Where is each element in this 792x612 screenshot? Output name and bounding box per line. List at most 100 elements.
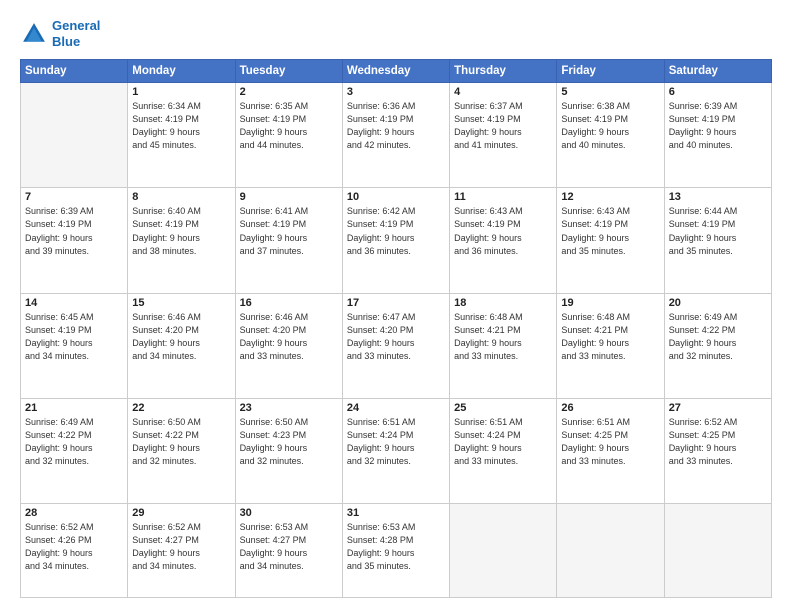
calendar-cell: [664, 504, 771, 598]
day-info: Sunrise: 6:43 AMSunset: 4:19 PMDaylight:…: [454, 205, 552, 257]
day-number: 3: [347, 86, 445, 98]
calendar-cell: 20 Sunrise: 6:49 AMSunset: 4:22 PMDayligh…: [664, 293, 771, 398]
day-info: Sunrise: 6:43 AMSunset: 4:19 PMDaylight:…: [561, 205, 659, 257]
calendar-cell: 2Sunrise: 6:35 AMSunset: 4:19 PMDaylight…: [235, 83, 342, 188]
calendar-cell: [21, 83, 128, 188]
calendar-week-row: 28Sunrise: 6:52 AMSunset: 4:26 PMDayligh…: [21, 504, 772, 598]
day-info: Sunrise: 6:34 AMSunset: 4:19 PMDaylight:…: [132, 100, 230, 152]
day-info: Sunrise: 6:52 AMSunset: 4:26 PMDaylight:…: [25, 521, 123, 573]
day-info: Sunrise: 6:46 AMSunset: 4:20 PMDaylight:…: [132, 311, 230, 363]
calendar-cell: 10 Sunrise: 6:42 AMSunset: 4:19 PMDayligh…: [342, 188, 449, 293]
calendar-table: SundayMondayTuesdayWednesdayThursdayFrid…: [20, 59, 772, 598]
column-header-tuesday: Tuesday: [235, 60, 342, 83]
day-number: 18: [454, 297, 552, 309]
calendar-cell: 26 Sunrise: 6:51 AMSunset: 4:25 PMDayligh…: [557, 398, 664, 503]
calendar-cell: 29 Sunrise: 6:52 AMSunset: 4:27 PMDayligh…: [128, 504, 235, 598]
calendar-cell: 18 Sunrise: 6:48 AMSunset: 4:21 PMDayligh…: [450, 293, 557, 398]
calendar-cell: 6 Sunrise: 6:39 AMSunset: 4:19 PMDaylight…: [664, 83, 771, 188]
logo-icon: [20, 20, 48, 48]
calendar-cell: 25 Sunrise: 6:51 AMSunset: 4:24 PMDayligh…: [450, 398, 557, 503]
day-number: 25: [454, 402, 552, 414]
day-info: Sunrise: 6:39 AMSunset: 4:19 PMDaylight:…: [25, 205, 123, 257]
day-info: Sunrise: 6:44 AMSunset: 4:19 PMDaylight:…: [669, 205, 767, 257]
day-info: Sunrise: 6:42 AMSunset: 4:19 PMDaylight:…: [347, 205, 445, 257]
day-info: Sunrise: 6:51 AMSunset: 4:24 PMDaylight:…: [454, 416, 552, 468]
calendar-cell: [450, 504, 557, 598]
calendar-cell: 7 Sunrise: 6:39 AMSunset: 4:19 PMDaylight…: [21, 188, 128, 293]
calendar-cell: 9 Sunrise: 6:41 AMSunset: 4:19 PMDaylight…: [235, 188, 342, 293]
day-number: 29: [132, 507, 230, 519]
day-info: Sunrise: 6:50 AMSunset: 4:22 PMDaylight:…: [132, 416, 230, 468]
logo-text: General Blue: [52, 18, 100, 49]
day-info: Sunrise: 6:38 AMSunset: 4:19 PMDaylight:…: [561, 100, 659, 152]
day-info: Sunrise: 6:53 AMSunset: 4:28 PMDaylight:…: [347, 521, 445, 573]
day-number: 1: [132, 86, 230, 98]
day-info: Sunrise: 6:45 AMSunset: 4:19 PMDaylight:…: [25, 311, 123, 363]
day-number: 31: [347, 507, 445, 519]
calendar-cell: 5 Sunrise: 6:38 AMSunset: 4:19 PMDaylight…: [557, 83, 664, 188]
calendar-cell: 8 Sunrise: 6:40 AMSunset: 4:19 PMDaylight…: [128, 188, 235, 293]
day-number: 6: [669, 86, 767, 98]
day-number: 27: [669, 402, 767, 414]
calendar-week-row: 21Sunrise: 6:49 AMSunset: 4:22 PMDayligh…: [21, 398, 772, 503]
day-number: 5: [561, 86, 659, 98]
calendar-cell: 17 Sunrise: 6:47 AMSunset: 4:20 PMDayligh…: [342, 293, 449, 398]
day-info: Sunrise: 6:49 AMSunset: 4:22 PMDaylight:…: [25, 416, 123, 468]
day-number: 20: [669, 297, 767, 309]
calendar-cell: 27Sunrise: 6:52 AMSunset: 4:25 PMDayligh…: [664, 398, 771, 503]
day-info: Sunrise: 6:47 AMSunset: 4:20 PMDaylight:…: [347, 311, 445, 363]
day-number: 16: [240, 297, 338, 309]
day-info: Sunrise: 6:40 AMSunset: 4:19 PMDaylight:…: [132, 205, 230, 257]
calendar-week-row: 1 Sunrise: 6:34 AMSunset: 4:19 PMDaylight…: [21, 83, 772, 188]
calendar-cell: 21Sunrise: 6:49 AMSunset: 4:22 PMDayligh…: [21, 398, 128, 503]
day-number: 7: [25, 191, 123, 203]
day-info: Sunrise: 6:48 AMSunset: 4:21 PMDaylight:…: [454, 311, 552, 363]
header: General Blue: [20, 18, 772, 49]
calendar-cell: 1 Sunrise: 6:34 AMSunset: 4:19 PMDaylight…: [128, 83, 235, 188]
calendar-cell: 11 Sunrise: 6:43 AMSunset: 4:19 PMDayligh…: [450, 188, 557, 293]
calendar-cell: 28Sunrise: 6:52 AMSunset: 4:26 PMDayligh…: [21, 504, 128, 598]
day-info: Sunrise: 6:48 AMSunset: 4:21 PMDaylight:…: [561, 311, 659, 363]
day-info: Sunrise: 6:35 AMSunset: 4:19 PMDaylight:…: [240, 100, 338, 152]
day-number: 14: [25, 297, 123, 309]
calendar-cell: 24 Sunrise: 6:51 AMSunset: 4:24 PMDayligh…: [342, 398, 449, 503]
calendar-header-row: SundayMondayTuesdayWednesdayThursdayFrid…: [21, 60, 772, 83]
day-number: 24: [347, 402, 445, 414]
calendar-cell: 15 Sunrise: 6:46 AMSunset: 4:20 PMDayligh…: [128, 293, 235, 398]
day-number: 22: [132, 402, 230, 414]
day-info: Sunrise: 6:51 AMSunset: 4:25 PMDaylight:…: [561, 416, 659, 468]
day-number: 26: [561, 402, 659, 414]
calendar-cell: [557, 504, 664, 598]
calendar-cell: 30Sunrise: 6:53 AMSunset: 4:27 PMDayligh…: [235, 504, 342, 598]
day-info: Sunrise: 6:51 AMSunset: 4:24 PMDaylight:…: [347, 416, 445, 468]
column-header-thursday: Thursday: [450, 60, 557, 83]
day-info: Sunrise: 6:50 AMSunset: 4:23 PMDaylight:…: [240, 416, 338, 468]
day-number: 10: [347, 191, 445, 203]
day-info: Sunrise: 6:39 AMSunset: 4:19 PMDaylight:…: [669, 100, 767, 152]
calendar-week-row: 14 Sunrise: 6:45 AMSunset: 4:19 PMDayligh…: [21, 293, 772, 398]
calendar-cell: 4Sunrise: 6:37 AMSunset: 4:19 PMDaylight…: [450, 83, 557, 188]
column-header-wednesday: Wednesday: [342, 60, 449, 83]
day-number: 15: [132, 297, 230, 309]
logo: General Blue: [20, 18, 100, 49]
calendar-cell: 3Sunrise: 6:36 AMSunset: 4:19 PMDaylight…: [342, 83, 449, 188]
day-info: Sunrise: 6:52 AMSunset: 4:27 PMDaylight:…: [132, 521, 230, 573]
calendar-cell: 16 Sunrise: 6:46 AMSunset: 4:20 PMDayligh…: [235, 293, 342, 398]
day-number: 9: [240, 191, 338, 203]
day-number: 8: [132, 191, 230, 203]
day-number: 17: [347, 297, 445, 309]
calendar-cell: 19Sunrise: 6:48 AMSunset: 4:21 PMDayligh…: [557, 293, 664, 398]
calendar-cell: 13 Sunrise: 6:44 AMSunset: 4:19 PMDayligh…: [664, 188, 771, 293]
day-info: Sunrise: 6:46 AMSunset: 4:20 PMDaylight:…: [240, 311, 338, 363]
day-info: Sunrise: 6:41 AMSunset: 4:19 PMDaylight:…: [240, 205, 338, 257]
day-number: 12: [561, 191, 659, 203]
column-header-monday: Monday: [128, 60, 235, 83]
day-info: Sunrise: 6:49 AMSunset: 4:22 PMDaylight:…: [669, 311, 767, 363]
day-number: 11: [454, 191, 552, 203]
day-number: 23: [240, 402, 338, 414]
day-number: 13: [669, 191, 767, 203]
calendar-cell: 31 Sunrise: 6:53 AMSunset: 4:28 PMDayligh…: [342, 504, 449, 598]
column-header-saturday: Saturday: [664, 60, 771, 83]
calendar-cell: 12 Sunrise: 6:43 AMSunset: 4:19 PMDayligh…: [557, 188, 664, 293]
page: General Blue SundayMondayTuesdayWednesda…: [0, 0, 792, 612]
